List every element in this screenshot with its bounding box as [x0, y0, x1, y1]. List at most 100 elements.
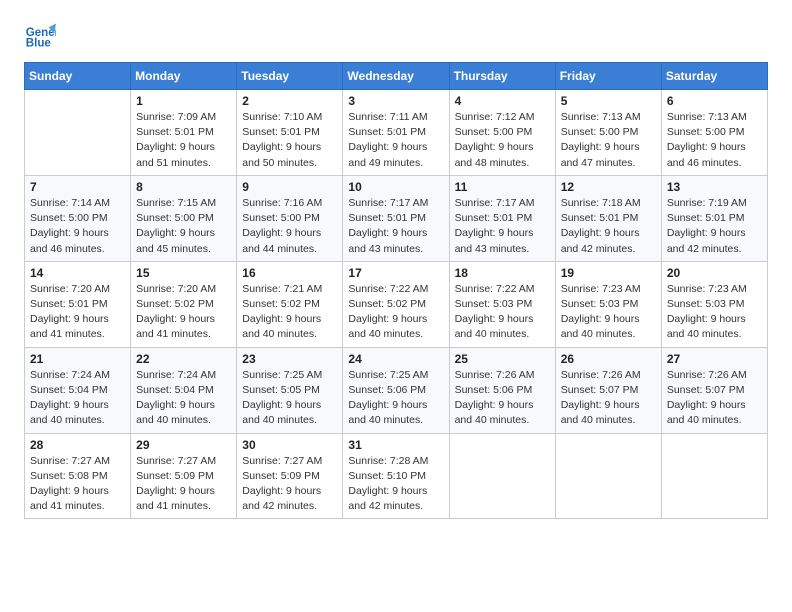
- calendar-cell: 25 Sunrise: 7:26 AMSunset: 5:06 PMDayligh…: [449, 347, 555, 433]
- weekday-header-saturday: Saturday: [661, 63, 767, 90]
- day-info: Sunrise: 7:13 AMSunset: 5:00 PMDaylight:…: [667, 110, 762, 171]
- day-number: 19: [561, 266, 656, 280]
- day-number: 7: [30, 180, 125, 194]
- day-info: Sunrise: 7:21 AMSunset: 5:02 PMDaylight:…: [242, 282, 337, 343]
- day-info: Sunrise: 7:17 AMSunset: 5:01 PMDaylight:…: [455, 196, 550, 257]
- day-info: Sunrise: 7:22 AMSunset: 5:03 PMDaylight:…: [455, 282, 550, 343]
- day-info: Sunrise: 7:17 AMSunset: 5:01 PMDaylight:…: [348, 196, 443, 257]
- day-info: Sunrise: 7:24 AMSunset: 5:04 PMDaylight:…: [136, 368, 231, 429]
- logo-icon: General Blue: [24, 20, 56, 52]
- day-number: 12: [561, 180, 656, 194]
- day-info: Sunrise: 7:11 AMSunset: 5:01 PMDaylight:…: [348, 110, 443, 171]
- day-info: Sunrise: 7:26 AMSunset: 5:06 PMDaylight:…: [455, 368, 550, 429]
- calendar-cell: 12 Sunrise: 7:18 AMSunset: 5:01 PMDayligh…: [555, 175, 661, 261]
- calendar-cell: 19 Sunrise: 7:23 AMSunset: 5:03 PMDayligh…: [555, 261, 661, 347]
- day-info: Sunrise: 7:15 AMSunset: 5:00 PMDaylight:…: [136, 196, 231, 257]
- day-number: 20: [667, 266, 762, 280]
- calendar-cell: [25, 90, 131, 176]
- logo: General Blue: [24, 20, 60, 52]
- calendar-cell: 23 Sunrise: 7:25 AMSunset: 5:05 PMDayligh…: [237, 347, 343, 433]
- calendar-cell: 28 Sunrise: 7:27 AMSunset: 5:08 PMDayligh…: [25, 433, 131, 519]
- calendar-cell: 18 Sunrise: 7:22 AMSunset: 5:03 PMDayligh…: [449, 261, 555, 347]
- calendar-cell: 15 Sunrise: 7:20 AMSunset: 5:02 PMDayligh…: [131, 261, 237, 347]
- day-info: Sunrise: 7:28 AMSunset: 5:10 PMDaylight:…: [348, 454, 443, 515]
- calendar-cell: 4 Sunrise: 7:12 AMSunset: 5:00 PMDaylight…: [449, 90, 555, 176]
- calendar-cell: 24Sunrise: 7:25 AMSunset: 5:06 PMDayligh…: [343, 347, 449, 433]
- calendar-cell: 1 Sunrise: 7:09 AMSunset: 5:01 PMDaylight…: [131, 90, 237, 176]
- day-number: 23: [242, 352, 337, 366]
- calendar-header-row: SundayMondayTuesdayWednesdayThursdayFrid…: [25, 63, 768, 90]
- day-info: Sunrise: 7:26 AMSunset: 5:07 PMDaylight:…: [561, 368, 656, 429]
- day-info: Sunrise: 7:13 AMSunset: 5:00 PMDaylight:…: [561, 110, 656, 171]
- page-header: General Blue: [24, 20, 768, 52]
- day-info: Sunrise: 7:09 AMSunset: 5:01 PMDaylight:…: [136, 110, 231, 171]
- day-info: Sunrise: 7:25 AMSunset: 5:05 PMDaylight:…: [242, 368, 337, 429]
- calendar-body: 1 Sunrise: 7:09 AMSunset: 5:01 PMDaylight…: [25, 90, 768, 519]
- day-number: 25: [455, 352, 550, 366]
- day-number: 18: [455, 266, 550, 280]
- day-number: 11: [455, 180, 550, 194]
- day-info: Sunrise: 7:16 AMSunset: 5:00 PMDaylight:…: [242, 196, 337, 257]
- day-info: Sunrise: 7:10 AMSunset: 5:01 PMDaylight:…: [242, 110, 337, 171]
- day-info: Sunrise: 7:12 AMSunset: 5:00 PMDaylight:…: [455, 110, 550, 171]
- day-info: Sunrise: 7:19 AMSunset: 5:01 PMDaylight:…: [667, 196, 762, 257]
- day-number: 31: [348, 438, 443, 452]
- day-info: Sunrise: 7:14 AMSunset: 5:00 PMDaylight:…: [30, 196, 125, 257]
- day-number: 5: [561, 94, 656, 108]
- calendar-week-5: 28 Sunrise: 7:27 AMSunset: 5:08 PMDayligh…: [25, 433, 768, 519]
- calendar-week-3: 14 Sunrise: 7:20 AMSunset: 5:01 PMDayligh…: [25, 261, 768, 347]
- calendar-cell: [449, 433, 555, 519]
- day-number: 22: [136, 352, 231, 366]
- day-number: 10: [348, 180, 443, 194]
- svg-text:Blue: Blue: [26, 38, 52, 50]
- calendar-cell: 10 Sunrise: 7:17 AMSunset: 5:01 PMDayligh…: [343, 175, 449, 261]
- day-info: Sunrise: 7:18 AMSunset: 5:01 PMDaylight:…: [561, 196, 656, 257]
- calendar-cell: 27Sunrise: 7:26 AMSunset: 5:07 PMDayligh…: [661, 347, 767, 433]
- day-info: Sunrise: 7:24 AMSunset: 5:04 PMDaylight:…: [30, 368, 125, 429]
- day-number: 1: [136, 94, 231, 108]
- calendar-week-1: 1 Sunrise: 7:09 AMSunset: 5:01 PMDaylight…: [25, 90, 768, 176]
- calendar-cell: 6Sunrise: 7:13 AMSunset: 5:00 PMDaylight…: [661, 90, 767, 176]
- calendar-cell: 11 Sunrise: 7:17 AMSunset: 5:01 PMDayligh…: [449, 175, 555, 261]
- calendar-table: SundayMondayTuesdayWednesdayThursdayFrid…: [24, 62, 768, 519]
- day-number: 3: [348, 94, 443, 108]
- day-number: 24: [348, 352, 443, 366]
- day-info: Sunrise: 7:27 AMSunset: 5:09 PMDaylight:…: [242, 454, 337, 515]
- calendar-week-4: 21 Sunrise: 7:24 AMSunset: 5:04 PMDayligh…: [25, 347, 768, 433]
- day-info: Sunrise: 7:20 AMSunset: 5:01 PMDaylight:…: [30, 282, 125, 343]
- day-number: 2: [242, 94, 337, 108]
- calendar-week-2: 7 Sunrise: 7:14 AMSunset: 5:00 PMDaylight…: [25, 175, 768, 261]
- day-number: 8: [136, 180, 231, 194]
- weekday-header-sunday: Sunday: [25, 63, 131, 90]
- day-info: Sunrise: 7:27 AMSunset: 5:09 PMDaylight:…: [136, 454, 231, 515]
- calendar-cell: 16Sunrise: 7:21 AMSunset: 5:02 PMDayligh…: [237, 261, 343, 347]
- day-info: Sunrise: 7:26 AMSunset: 5:07 PMDaylight:…: [667, 368, 762, 429]
- weekday-header-wednesday: Wednesday: [343, 63, 449, 90]
- day-info: Sunrise: 7:23 AMSunset: 5:03 PMDaylight:…: [561, 282, 656, 343]
- day-info: Sunrise: 7:20 AMSunset: 5:02 PMDaylight:…: [136, 282, 231, 343]
- day-number: 14: [30, 266, 125, 280]
- calendar-cell: 20 Sunrise: 7:23 AMSunset: 5:03 PMDayligh…: [661, 261, 767, 347]
- calendar-cell: 3 Sunrise: 7:11 AMSunset: 5:01 PMDaylight…: [343, 90, 449, 176]
- day-info: Sunrise: 7:23 AMSunset: 5:03 PMDaylight:…: [667, 282, 762, 343]
- day-number: 4: [455, 94, 550, 108]
- day-number: 15: [136, 266, 231, 280]
- day-number: 9: [242, 180, 337, 194]
- day-number: 30: [242, 438, 337, 452]
- calendar-cell: 17 Sunrise: 7:22 AMSunset: 5:02 PMDayligh…: [343, 261, 449, 347]
- day-info: Sunrise: 7:27 AMSunset: 5:08 PMDaylight:…: [30, 454, 125, 515]
- calendar-cell: 26Sunrise: 7:26 AMSunset: 5:07 PMDayligh…: [555, 347, 661, 433]
- calendar-cell: 9 Sunrise: 7:16 AMSunset: 5:00 PMDaylight…: [237, 175, 343, 261]
- calendar-cell: [661, 433, 767, 519]
- calendar-cell: 21 Sunrise: 7:24 AMSunset: 5:04 PMDayligh…: [25, 347, 131, 433]
- day-number: 17: [348, 266, 443, 280]
- day-number: 21: [30, 352, 125, 366]
- calendar-cell: [555, 433, 661, 519]
- day-number: 28: [30, 438, 125, 452]
- calendar-cell: 2 Sunrise: 7:10 AMSunset: 5:01 PMDaylight…: [237, 90, 343, 176]
- day-info: Sunrise: 7:22 AMSunset: 5:02 PMDaylight:…: [348, 282, 443, 343]
- calendar-cell: 7 Sunrise: 7:14 AMSunset: 5:00 PMDaylight…: [25, 175, 131, 261]
- calendar-cell: 8 Sunrise: 7:15 AMSunset: 5:00 PMDaylight…: [131, 175, 237, 261]
- calendar-cell: 31 Sunrise: 7:28 AMSunset: 5:10 PMDayligh…: [343, 433, 449, 519]
- calendar-cell: 14 Sunrise: 7:20 AMSunset: 5:01 PMDayligh…: [25, 261, 131, 347]
